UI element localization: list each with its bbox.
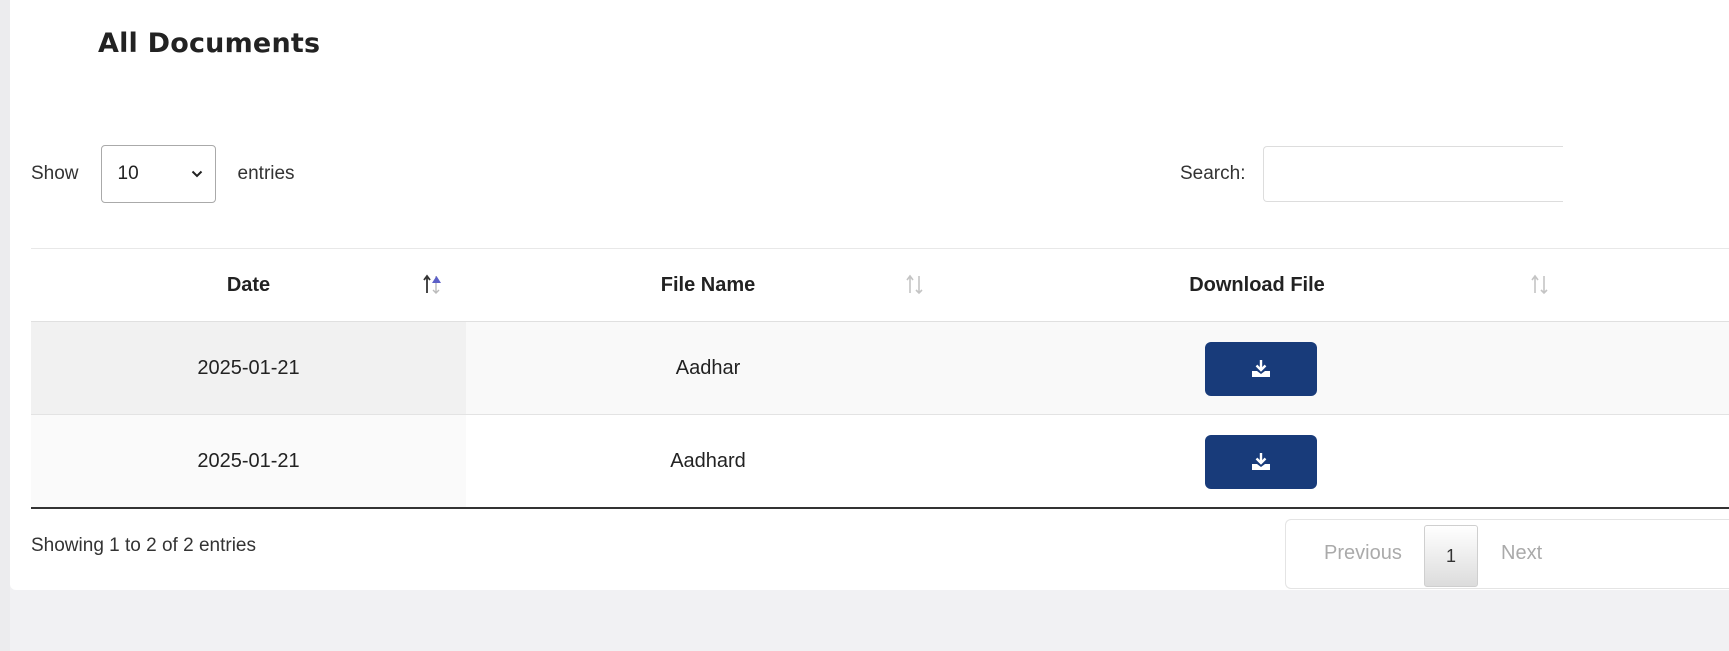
- column-header-download-file-label: Download File: [1189, 273, 1325, 296]
- documents-table: Date File Name Download File 2025-01-21 …: [31, 248, 1729, 509]
- show-label: Show: [31, 163, 79, 184]
- column-header-file-name-label: File Name: [660, 273, 756, 296]
- column-header-download-file[interactable]: Download File: [950, 249, 1564, 321]
- next-page-button[interactable]: Next: [1501, 542, 1542, 565]
- table-header: Date File Name Download File: [31, 248, 1729, 322]
- table-row: 2025-01-21 Aadhar: [31, 322, 1729, 415]
- sort-asc-icon[interactable]: [421, 273, 443, 297]
- download-icon: [1252, 360, 1270, 377]
- download-button[interactable]: [1205, 342, 1317, 396]
- download-icon: [1252, 453, 1270, 470]
- table-info: Showing 1 to 2 of 2 entries: [31, 535, 256, 556]
- entries-length-control: Show 10 entries: [31, 145, 295, 203]
- column-header-file-name[interactable]: File Name: [466, 249, 950, 321]
- table-row: 2025-01-21 Aadhard: [31, 415, 1729, 509]
- column-header-date[interactable]: Date: [31, 249, 466, 321]
- entries-select-value: 10: [117, 163, 139, 184]
- sort-icon[interactable]: [1529, 273, 1551, 297]
- entries-label: entries: [237, 163, 295, 184]
- file-name-cell: Aadhard: [670, 449, 746, 472]
- page-title: All Documents: [98, 28, 321, 59]
- date-cell: 2025-01-21: [31, 415, 466, 507]
- pagination: Previous 1 Next: [1285, 519, 1729, 589]
- search-input[interactable]: [1263, 146, 1564, 202]
- search-label: Search:: [1180, 163, 1246, 184]
- entries-select[interactable]: 10: [100, 145, 216, 203]
- file-name-cell: Aadhar: [675, 356, 741, 379]
- search-control: Search:: [1180, 145, 1564, 203]
- page-1-button[interactable]: 1: [1424, 525, 1478, 587]
- sort-icon[interactable]: [904, 273, 926, 297]
- chevron-down-icon: [191, 170, 202, 178]
- previous-page-button[interactable]: Previous: [1324, 542, 1402, 565]
- date-cell: 2025-01-21: [31, 322, 466, 414]
- column-header-date-label: Date: [226, 273, 271, 296]
- download-button[interactable]: [1205, 435, 1317, 489]
- left-margin-strip: [0, 0, 10, 651]
